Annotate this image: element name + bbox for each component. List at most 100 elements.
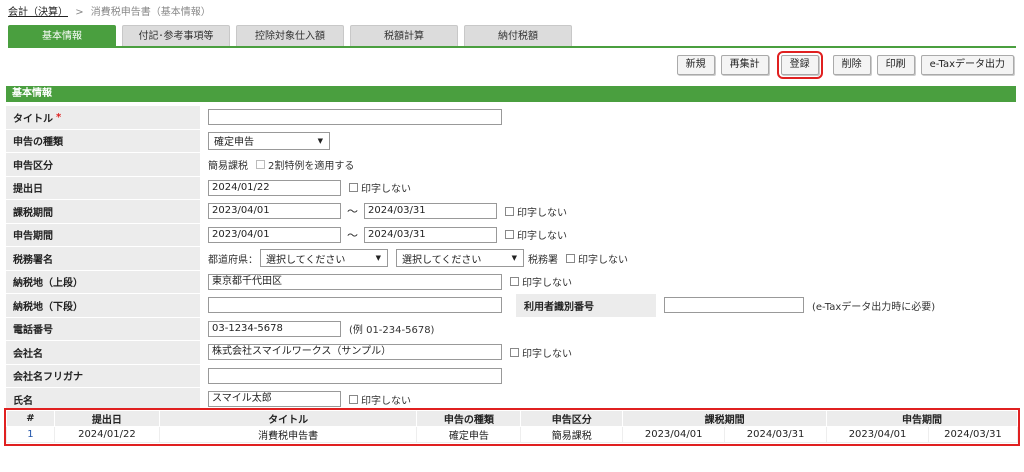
delete-button[interactable]: 削除 [832,55,871,75]
col-header-kind[interactable]: 申告の種類 [416,410,522,427]
kind-select[interactable]: 確定申告 ▼ [208,131,330,150]
checkbox-icon [505,206,514,216]
tab-basic-info[interactable]: 基本情報 [8,25,116,47]
user-id-label: 利用者識別番号 [516,294,656,317]
company-label: 会社名 [6,341,200,364]
required-mark: * [56,111,62,123]
cell-tax-period-from: 2023/04/01 [622,426,726,443]
recalc-button[interactable]: 再集計 [720,55,769,75]
row-number-link[interactable]: 1 [6,426,55,443]
col-header-number[interactable]: # [6,410,55,427]
checkbox-icon [349,394,358,404]
row-company-kana: 会社名フリガナ [6,364,1016,388]
checkbox-label: 印字しない [517,207,567,219]
row-phone: 電話番号 03-1234-5678 (例 01-234-5678) [6,317,1016,341]
report-period-label: 申告期間 [6,223,200,246]
col-header-tax-period[interactable]: 課税期間 [622,410,828,427]
report-period-noprint-checkbox[interactable]: 印字しない [505,227,567,242]
col-header-report-period[interactable]: 申告期間 [826,410,1018,427]
cell-kind: 確定申告 [416,426,522,443]
name-input[interactable]: スマイル太郎 [208,391,341,408]
checkbox-label: 印字しない [578,254,628,266]
section-header-basic-info: 基本情報 [6,86,1016,102]
range-tilde: ～ [347,205,358,219]
user-id-input[interactable] [664,297,804,314]
checkbox-icon [256,159,265,169]
checkbox-label: 2割特例を適用する [268,160,355,172]
field-label: タイトル * [6,106,200,129]
submit-date-label: 提出日 [6,176,200,199]
tab-tax-calc[interactable]: 税額計算 [350,25,458,47]
two-tenths-special-checkbox[interactable]: 2割特例を適用する [256,157,354,172]
checkbox-label: 印字しない [522,348,572,360]
tax-period-to-input[interactable]: 2024/03/31 [364,203,497,220]
title-input[interactable] [208,109,502,126]
company-noprint-checkbox[interactable]: 印字しない [510,345,572,360]
tax-period-noprint-checkbox[interactable]: 印字しない [505,204,567,219]
report-period-from-input[interactable]: 2023/04/01 [208,226,341,243]
row-title: タイトル * [6,106,1016,130]
breadcrumb-current: 消費税申告書（基本情報） [90,7,211,18]
col-header-title[interactable]: タイトル [158,410,418,427]
toolbar: 新規 再集計 登録 削除 印刷 e-Taxデータ出力 [671,51,1014,79]
new-button[interactable]: 新規 [676,55,715,75]
checkbox-label: 印字しない [517,231,567,243]
tab-bar: 基本情報 付記･参考事項等 控除対象仕入額 税額計算 納付税額 [8,25,572,47]
checkbox-label: 印字しない [361,395,411,407]
row-company: 会社名 株式会社スマイルワークス（サンプル） 印字しない [6,341,1016,365]
prefecture-label: 都道府県： [208,254,258,266]
register-button[interactable]: 登録 [776,51,823,79]
row-kind: 申告の種類 確定申告 ▼ [6,129,1016,153]
table-row[interactable]: 1 2024/01/22 消費税申告書 確定申告 簡易課税 2023/04/01… [6,426,1019,443]
print-button[interactable]: 印刷 [876,55,915,75]
checkbox-icon [505,230,514,240]
breadcrumb-link-accounting[interactable]: 会計（決算） [8,7,68,18]
address-lower-input[interactable] [208,297,502,314]
prefecture-select[interactable]: 選択してください ▼ [260,249,388,268]
cell-category: 簡易課税 [520,426,624,443]
tab-deductible-purchases[interactable]: 控除対象仕入額 [236,25,344,47]
col-header-category[interactable]: 申告区分 [520,410,624,427]
range-tilde: ～ [347,228,358,242]
checkbox-icon [349,183,358,193]
caret-down-icon: ▼ [375,254,381,263]
row-submit-date: 提出日 2024/01/22 印字しない [6,176,1016,200]
checkbox-icon [566,253,575,263]
phone-input[interactable]: 03-1234-5678 [208,320,341,337]
tax-office-select-value: 選択してください [402,254,482,266]
basic-info-form: タイトル * 申告の種類 確定申告 ▼ 申告区分 簡易課税 2割特例を適用する … [6,106,1016,412]
title-label: タイトル [13,113,53,125]
tab-tax-payable[interactable]: 納付税額 [464,25,572,47]
submit-date-noprint-checkbox[interactable]: 印字しない [349,180,411,195]
company-kana-input[interactable] [208,367,502,384]
category-label: 申告区分 [6,153,200,176]
checkbox-label: 印字しない [361,184,411,196]
checkbox-label: 印字しない [522,278,572,290]
company-kana-label: 会社名フリガナ [6,364,200,387]
tax-office-noprint-checkbox[interactable]: 印字しない [566,251,628,266]
cell-tax-period-to: 2024/03/31 [724,426,828,443]
name-noprint-checkbox[interactable]: 印字しない [349,392,411,407]
row-address-upper: 納税地（上段） 東京都千代田区 印字しない [6,270,1016,294]
submit-date-input[interactable]: 2024/01/22 [208,179,341,196]
address-lower-label: 納税地（下段） [6,294,200,317]
caret-down-icon: ▼ [511,254,517,263]
tax-period-from-input[interactable]: 2023/04/01 [208,203,341,220]
col-header-submit-date[interactable]: 提出日 [53,410,160,427]
company-input[interactable]: 株式会社スマイルワークス（サンプル） [208,344,502,361]
category-value: 簡易課税 [208,160,248,172]
etax-export-button[interactable]: e-Taxデータ出力 [920,55,1014,75]
tab-underline [8,46,1016,48]
address-upper-noprint-checkbox[interactable]: 印字しない [510,274,572,289]
tax-office-select[interactable]: 選択してください ▼ [396,249,524,268]
tab-notes[interactable]: 付記･参考事項等 [122,25,230,47]
row-category: 申告区分 簡易課税 2割特例を適用する [6,153,1016,177]
tax-period-label: 課税期間 [6,200,200,223]
address-upper-input[interactable]: 東京都千代田区 [208,273,502,290]
row-report-period: 申告期間 2023/04/01 ～ 2024/03/31 印字しない [6,223,1016,247]
cell-report-period-from: 2023/04/01 [826,426,929,443]
report-period-to-input[interactable]: 2024/03/31 [364,226,497,243]
tax-office-label: 税務署名 [6,247,200,270]
phone-example: (例 01-234-5678) [349,325,435,337]
cell-submit-date: 2024/01/22 [53,426,160,443]
